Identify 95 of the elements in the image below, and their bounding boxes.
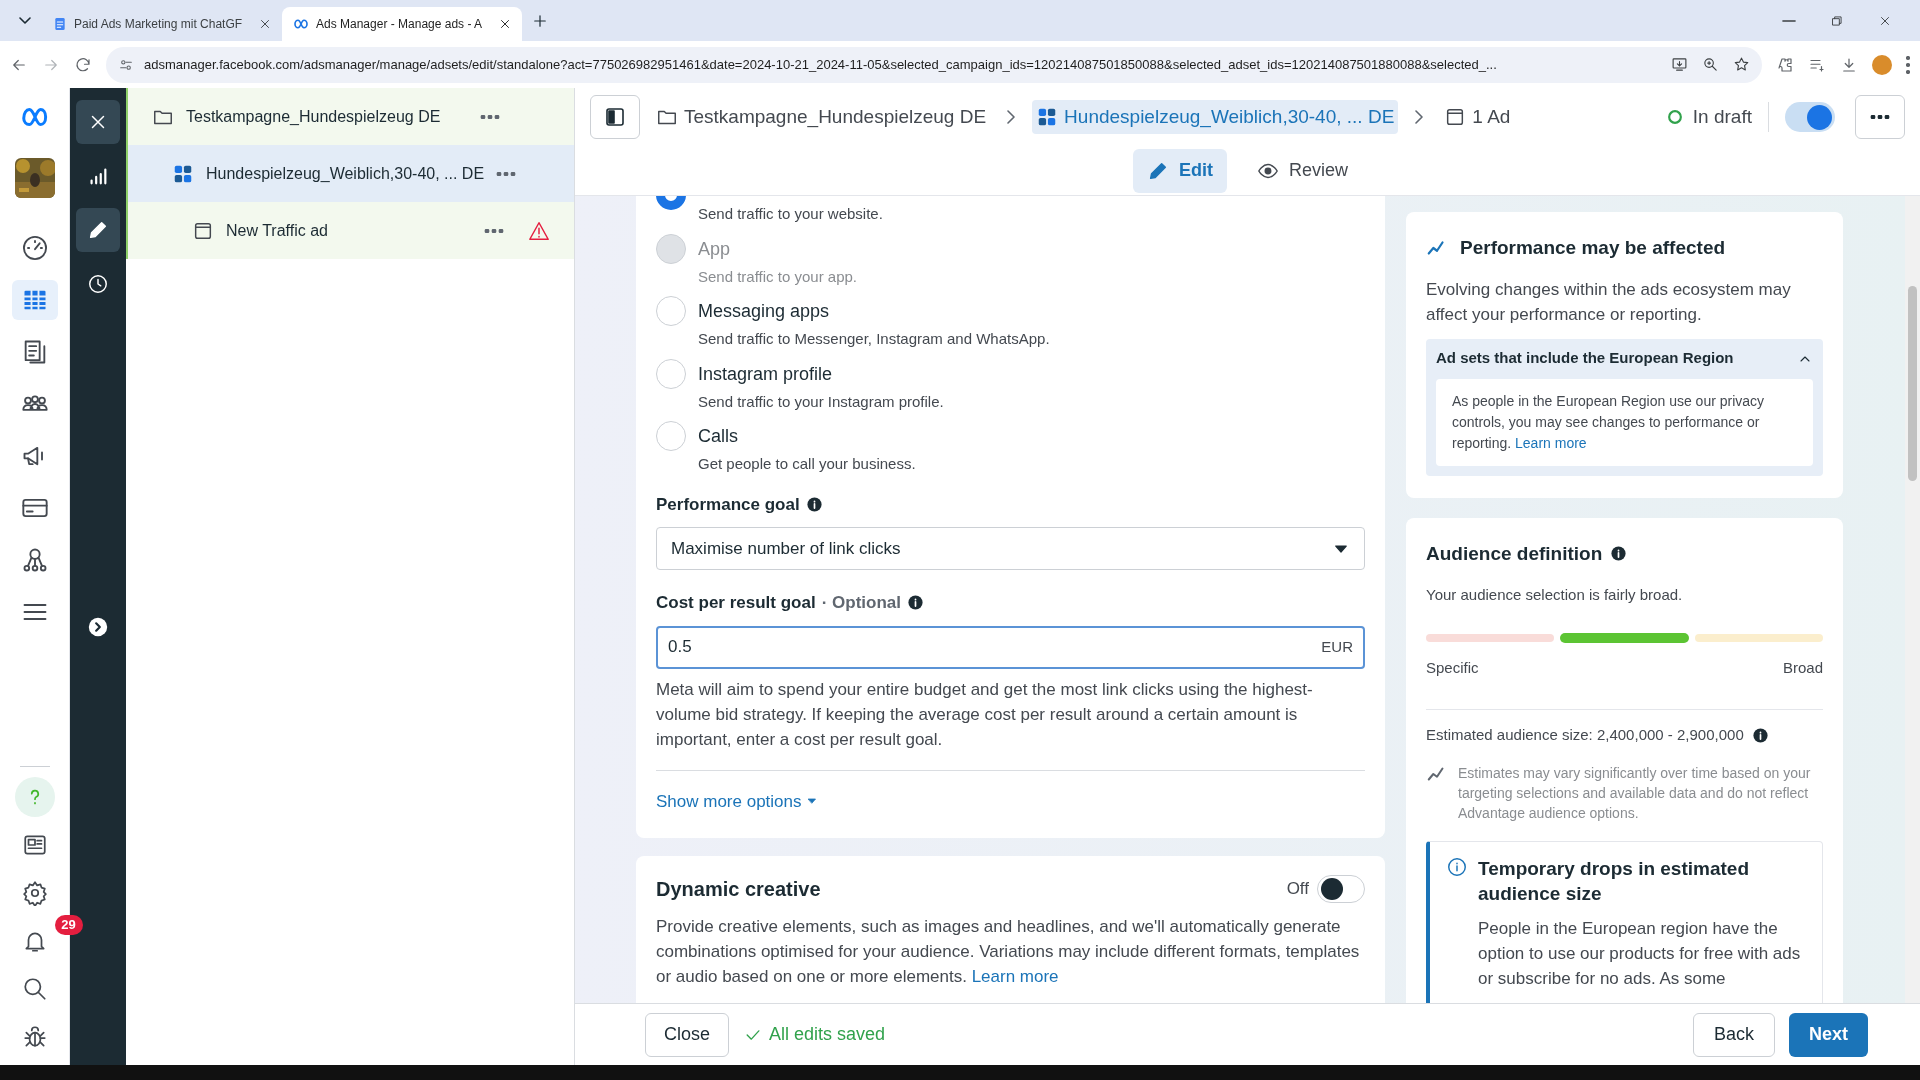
option-description: Get people to call your business. <box>698 454 916 474</box>
option-label: Messaging apps <box>698 300 831 323</box>
optional-label: · Optional <box>821 592 901 614</box>
toggle-state-label: Off <box>1286 878 1309 901</box>
learn-more-link[interactable]: Learn more <box>971 967 1059 986</box>
more-icon <box>484 228 504 233</box>
tree-label: New Traffic ad <box>226 220 328 241</box>
accordion-text: As people in the European Region use our privacy controls, you may see changes to performance or reporting. Learn more <box>1436 378 1813 466</box>
more-icon <box>480 114 500 119</box>
tree-label: Hundespielzeug_Weiblich,30-40, ... DE <box>206 163 485 184</box>
nav-item[interactable] <box>11 280 58 320</box>
gauge-icon <box>20 234 49 262</box>
help-text: Meta will aim to spend your entire budget and get the most link clicks using the highest-volume bid strategy. If keeping the average cost per result around a certain amount is important, enter a cost per result goal. <box>656 678 1314 751</box>
more-button[interactable] <box>1855 95 1905 139</box>
info-icon <box>1751 726 1769 744</box>
more-icon <box>1906 55 1910 74</box>
audience-estimate: Estimated audience size: 2,400,000 - 2,900,000 <box>1426 725 1744 745</box>
field-label: Cost per result goal <box>656 592 816 614</box>
show-more-link[interactable]: Show more options <box>656 788 818 814</box>
option-description: Send traffic to your Instagram profile. <box>698 391 944 412</box>
callout-title: Temporary drops in estimated audience size <box>1478 856 1750 906</box>
mode-tab[interactable]: Edit <box>1133 148 1227 193</box>
tree-label: Testkampagne_Hundespielzeug DE <box>186 106 441 127</box>
settings-icon <box>21 880 48 906</box>
option-description: Send traffic to your app. <box>698 266 857 287</box>
profile-avatar[interactable] <box>1872 54 1892 75</box>
document-icon <box>52 16 68 32</box>
option-label: App <box>698 237 732 261</box>
tree-item[interactable]: Testkampagne_Hundespielzeug DE <box>126 88 574 145</box>
status-label: In draft <box>1664 102 1752 132</box>
sidebar-icon <box>603 105 627 129</box>
chevron-icon <box>1415 110 1424 124</box>
star-icon <box>1733 56 1750 73</box>
notification-badge: 29 <box>54 915 83 935</box>
tab-title: Ads Manager - Manage ads - A <box>316 16 484 33</box>
back-button[interactable]: Back <box>1692 1012 1775 1057</box>
audience-summary: Your audience selection is fairly broad. <box>1426 585 1684 605</box>
info-icon <box>1446 855 1468 878</box>
mode-tab[interactable]: Review <box>1243 148 1362 193</box>
pencil-icon <box>87 219 109 241</box>
scrollbar-thumb[interactable] <box>1908 286 1917 481</box>
callout-text: People in the European region have the option to use our products for free with ads or subscribe for no ads. As some <box>1478 917 1802 990</box>
close-icon <box>498 17 512 31</box>
breadcrumb[interactable]: Testkampagne_Hundespielzeug DE <box>652 100 991 134</box>
info-icon <box>906 594 924 612</box>
reload-icon <box>74 55 92 74</box>
accordion-header[interactable]: Ad sets that include the European Region <box>1436 338 1813 379</box>
option-description: Send traffic to Messenger, Instagram and WhatsApp. <box>698 329 1050 349</box>
expand-icon <box>87 616 109 638</box>
extensions-icon <box>1776 55 1794 74</box>
info-icon <box>1610 545 1628 563</box>
url-text: adsmanager.facebook.com/adsmanager/manage/adsets/edit/standalone?act=775026982951461&date=2024-10-21_2024-11-05&selected_campaign_ids=120214087501850088&selected_adset_ids=120214087501880088&selected_... <box>144 55 1497 74</box>
learn-more-link[interactable]: Learn more <box>1515 434 1587 451</box>
search-icon <box>21 976 48 1002</box>
card-title: Performance may be affected <box>1460 236 1726 260</box>
option-label: Instagram profile <box>698 362 834 386</box>
tree-item[interactable]: Hundespielzeug_Weiblich,30-40, ... DE <box>126 145 574 202</box>
address-bar[interactable] <box>106 46 1762 83</box>
estimate-note: Estimates may vary significantly over time based on your targeting selections and available data and do not reflect Advantage audience options. <box>1458 763 1812 823</box>
toggle-switch[interactable] <box>1785 102 1835 132</box>
card-title: Audience definition <box>1426 541 1603 566</box>
info-icon <box>805 495 823 513</box>
input-field[interactable]: 0.5 EUR <box>656 625 1365 669</box>
zoom-icon <box>1702 56 1719 73</box>
restore-icon <box>1830 13 1844 28</box>
card-title: Dynamic creative <box>656 877 822 902</box>
meter-label: Specific <box>1426 657 1479 678</box>
toggle-switch[interactable] <box>1317 875 1365 903</box>
save-status: All edits saved <box>769 1023 886 1046</box>
panel-toggle-button[interactable] <box>590 95 640 139</box>
option-label: Calls <box>698 425 739 448</box>
card-description: Evolving changes within the ads ecosystem may affect your performance or reporting. <box>1426 278 1792 326</box>
chevron-icon <box>1007 110 1016 124</box>
dropdown[interactable]: Maximise number of link clicks <box>656 527 1365 570</box>
install-icon <box>1671 56 1688 73</box>
tab-title: Paid Ads Marketing mit ChatGF <box>74 16 244 33</box>
breadcrumb[interactable]: 1 Ad <box>1440 100 1515 134</box>
close-button[interactable]: Close <box>645 1012 730 1057</box>
browser-tab[interactable]: Ads Manager - Manage ads - A <box>282 7 522 41</box>
clock-icon <box>87 273 109 295</box>
option-description: Send traffic to your website. <box>698 204 883 224</box>
more-icon <box>1870 115 1890 119</box>
meter-label: Broad <box>1782 657 1823 678</box>
dropdown-icon <box>19 17 31 24</box>
news-icon <box>21 832 48 858</box>
tree-item[interactable]: New Traffic ad <box>126 202 574 259</box>
minimize-icon <box>1782 19 1796 22</box>
close-icon <box>258 17 272 31</box>
tool-button[interactable] <box>76 208 120 252</box>
browser-tab[interactable]: Paid Ads Marketing mit ChatGF <box>42 7 282 41</box>
more-icon <box>496 171 517 176</box>
field-label: Performance goal <box>656 493 800 516</box>
breadcrumb[interactable]: Hundespielzeug_Weiblich,30-40, ... DE <box>1032 100 1399 134</box>
card-description: Provide creative elements, such as images and headlines, and we'll automatically generate combinations optimised for your audience. Variations may include different formats, templates or audio based on one or more elements. Learn more <box>656 916 1361 988</box>
next-button[interactable]: Next <box>1789 1012 1868 1057</box>
